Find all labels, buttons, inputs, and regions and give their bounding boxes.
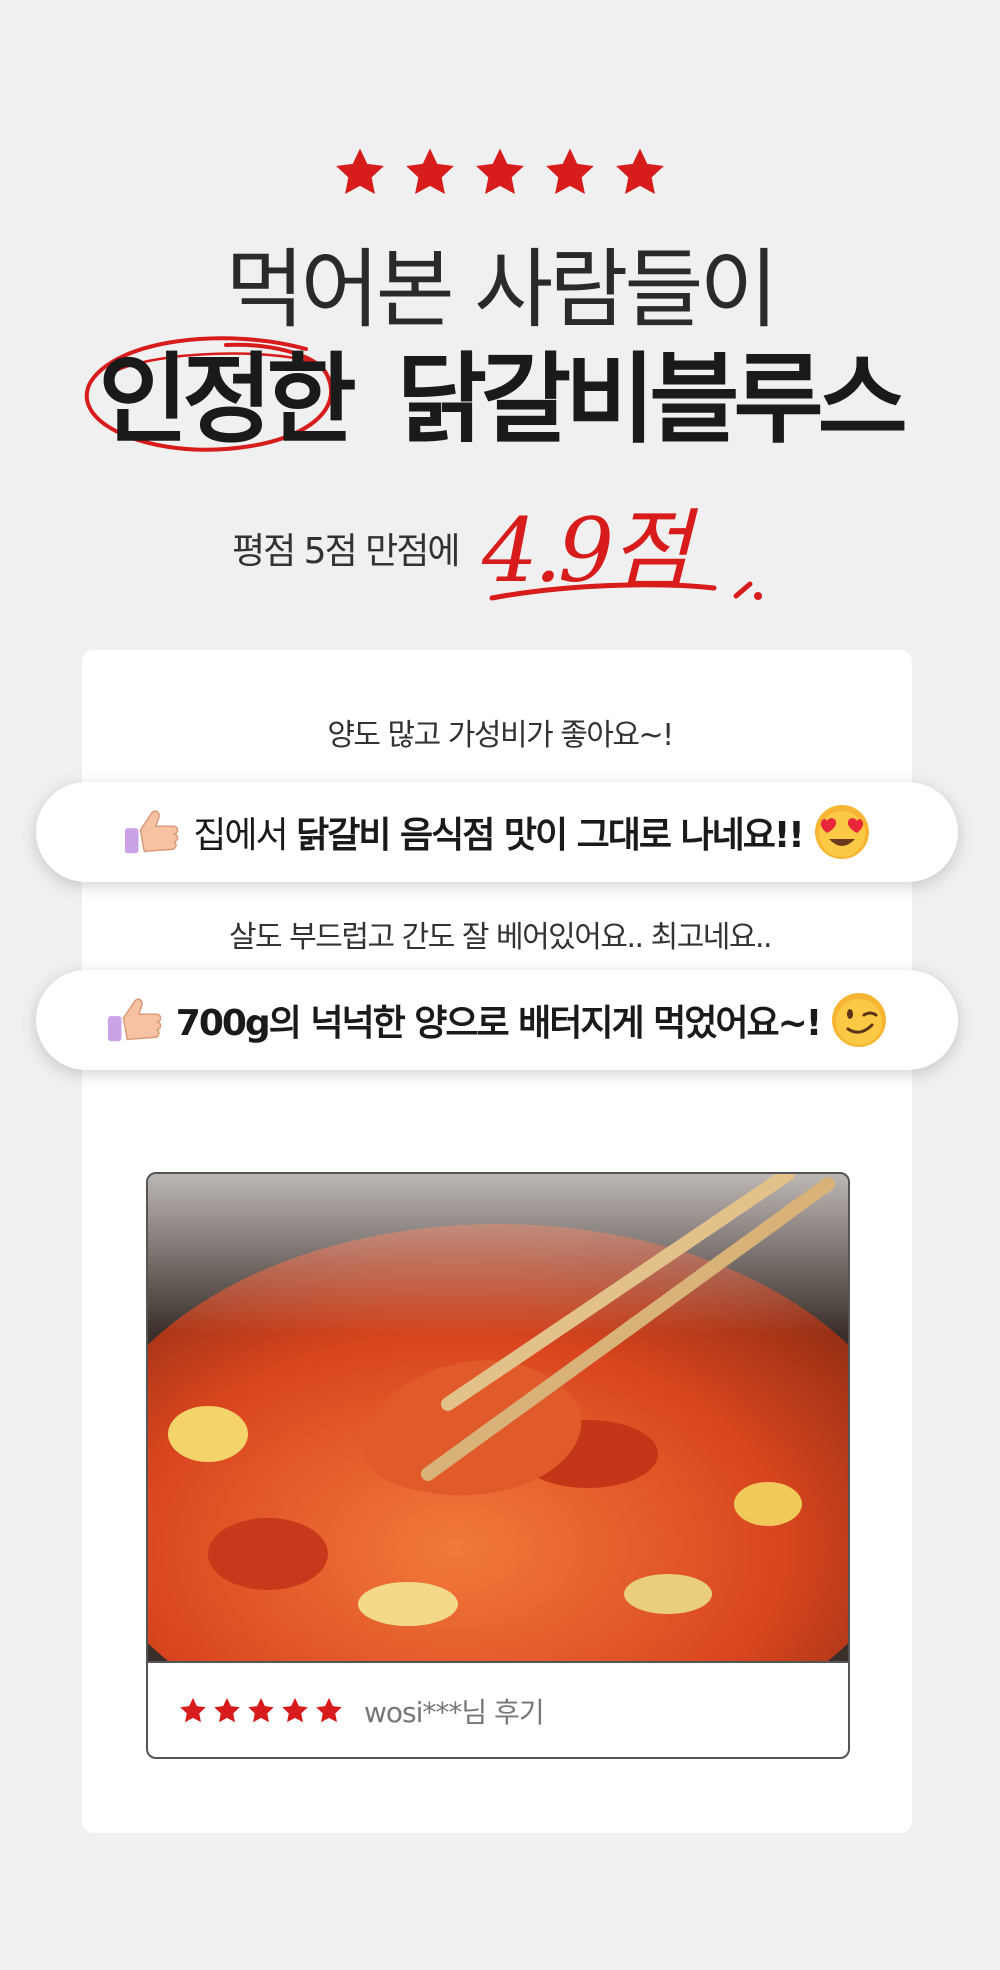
- star-icon: [476, 148, 524, 194]
- headline-circled-text: 인정한: [98, 343, 356, 457]
- review-bold-text: 700g의 넉넉한 양으로 배터지게 먹었어요~!: [175, 1003, 822, 1044]
- review-pill: 집에서 닭갈비 음식점 맛이 그대로 나네요!!: [36, 782, 958, 882]
- star-icon: [336, 148, 384, 194]
- rating-stars: [0, 145, 1000, 201]
- review-text: 양도 많고 가성비가 좋아요~!: [327, 718, 674, 753]
- star-icon: [546, 148, 594, 194]
- wink-emoji-icon: [832, 993, 887, 1047]
- heart-eyes-emoji-icon: [814, 805, 869, 859]
- star-icon: [180, 1697, 206, 1723]
- headline-brand-text: 닭갈비블루스: [396, 343, 908, 457]
- star-icon: [214, 1697, 240, 1723]
- photo-review-footer: wosi***님 후기: [148, 1661, 848, 1757]
- reviewer-name: wosi***님 후기: [364, 1696, 545, 1729]
- review-bold-text: 닭갈비 음식점 맛이 그대로 나네요!!: [296, 815, 805, 856]
- thumbs-up-icon: [125, 810, 179, 854]
- photo-review-card: wosi***님 후기: [146, 1172, 850, 1759]
- star-icon: [316, 1697, 342, 1723]
- score-underline: [489, 581, 762, 601]
- rating-summary: 평점 5점 만점에 4.9점: [0, 480, 1000, 610]
- rating-prefix: 평점 5점 만점에: [232, 531, 461, 572]
- circled-word: 인정한: [85, 336, 357, 457]
- review-text: 살도 부드럽고 간도 잘 베어있어요.. 최고네요..: [228, 920, 773, 955]
- thumbs-up-icon: [107, 998, 162, 1042]
- headline-line2: 인정한 닭갈비블루스: [0, 336, 1000, 457]
- star-icon: [616, 148, 664, 194]
- review-lead-text: 집에서: [193, 815, 297, 856]
- headline-line1: 먹어본 사람들이: [225, 240, 778, 340]
- dakgalbi-photo: [148, 1174, 848, 1661]
- review-pill: 700g의 넉넉한 양으로 배터지게 먹었어요~!: [36, 970, 958, 1070]
- review-rating-stars: [178, 1696, 344, 1726]
- star-icon: [248, 1697, 274, 1723]
- star-icon: [282, 1697, 308, 1723]
- star-icon: [406, 148, 454, 194]
